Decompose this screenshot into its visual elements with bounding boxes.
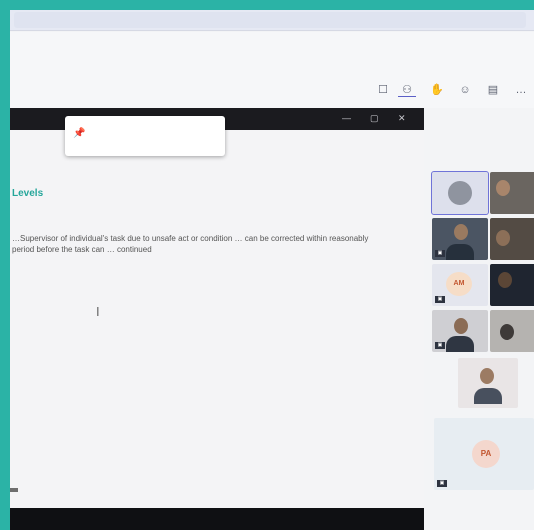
close-icon[interactable]: ✕	[398, 113, 406, 124]
raise-hand-icon: ✋	[430, 84, 444, 96]
url-field[interactable]	[14, 12, 526, 28]
chat-button[interactable]: ☐	[374, 84, 392, 106]
maximize-icon[interactable]: ▢	[370, 113, 379, 124]
presenter-caption	[10, 488, 18, 492]
browser-url-bar	[10, 10, 534, 31]
avatar: AM	[446, 272, 472, 296]
participant-gallery: ▣ AM ▣ ▣ PA ▣	[424, 108, 534, 530]
view-icon: ▤	[487, 84, 499, 96]
view-button[interactable]: ▤	[484, 84, 502, 106]
mic-badge: ▣	[437, 480, 447, 487]
shared-window-bottom-bar	[10, 508, 424, 530]
mic-badge: ▣	[435, 342, 445, 349]
avatar	[448, 181, 472, 205]
participant-tile[interactable]	[490, 218, 534, 260]
participant-tile[interactable]: AM ▣	[432, 264, 488, 306]
shared-screen: — ▢ ✕ 📌 Levels …Supervisor of individual…	[10, 108, 424, 530]
more-button[interactable]: …	[512, 84, 530, 106]
meeting-toolbar: ☐ ⚇ ✋ ☺ ▤ …	[10, 32, 534, 108]
participant-tile[interactable]	[490, 264, 534, 306]
participant-video	[496, 180, 510, 196]
participant-tile[interactable]: ▣	[432, 310, 488, 352]
chat-icon: ☐	[378, 84, 388, 96]
avatar: PA	[472, 440, 500, 468]
meeting-window: ☐ ⚇ ✋ ☺ ▤ … — ▢ ✕ 📌 Levels …Supervisor o…	[10, 10, 534, 530]
participant-tile[interactable]: ▣	[432, 218, 488, 260]
participant-tile[interactable]	[490, 172, 534, 214]
more-icon: …	[515, 84, 527, 96]
document-heading: Levels	[12, 188, 44, 199]
people-button[interactable]: ⚇	[398, 84, 416, 106]
pin-icon: 📌	[73, 128, 86, 139]
document-body: …Supervisor of individual's task due to …	[12, 234, 369, 254]
raise-hand-button[interactable]: ✋	[428, 84, 446, 106]
participant-tile-self[interactable]	[431, 171, 489, 215]
notification-popup[interactable]: 📌	[65, 116, 225, 156]
participant-tile[interactable]	[458, 358, 518, 408]
mic-badge: ▣	[435, 250, 445, 257]
react-button[interactable]: ☺	[456, 84, 474, 106]
participant-tile-large[interactable]: PA ▣	[434, 418, 534, 490]
people-icon: ⚇	[402, 84, 412, 96]
participant-tile[interactable]	[490, 310, 534, 352]
mic-badge: ▣	[435, 296, 445, 303]
minimize-icon[interactable]: —	[342, 113, 351, 123]
react-icon: ☺	[459, 84, 471, 96]
text-cursor-icon: I	[96, 304, 100, 319]
